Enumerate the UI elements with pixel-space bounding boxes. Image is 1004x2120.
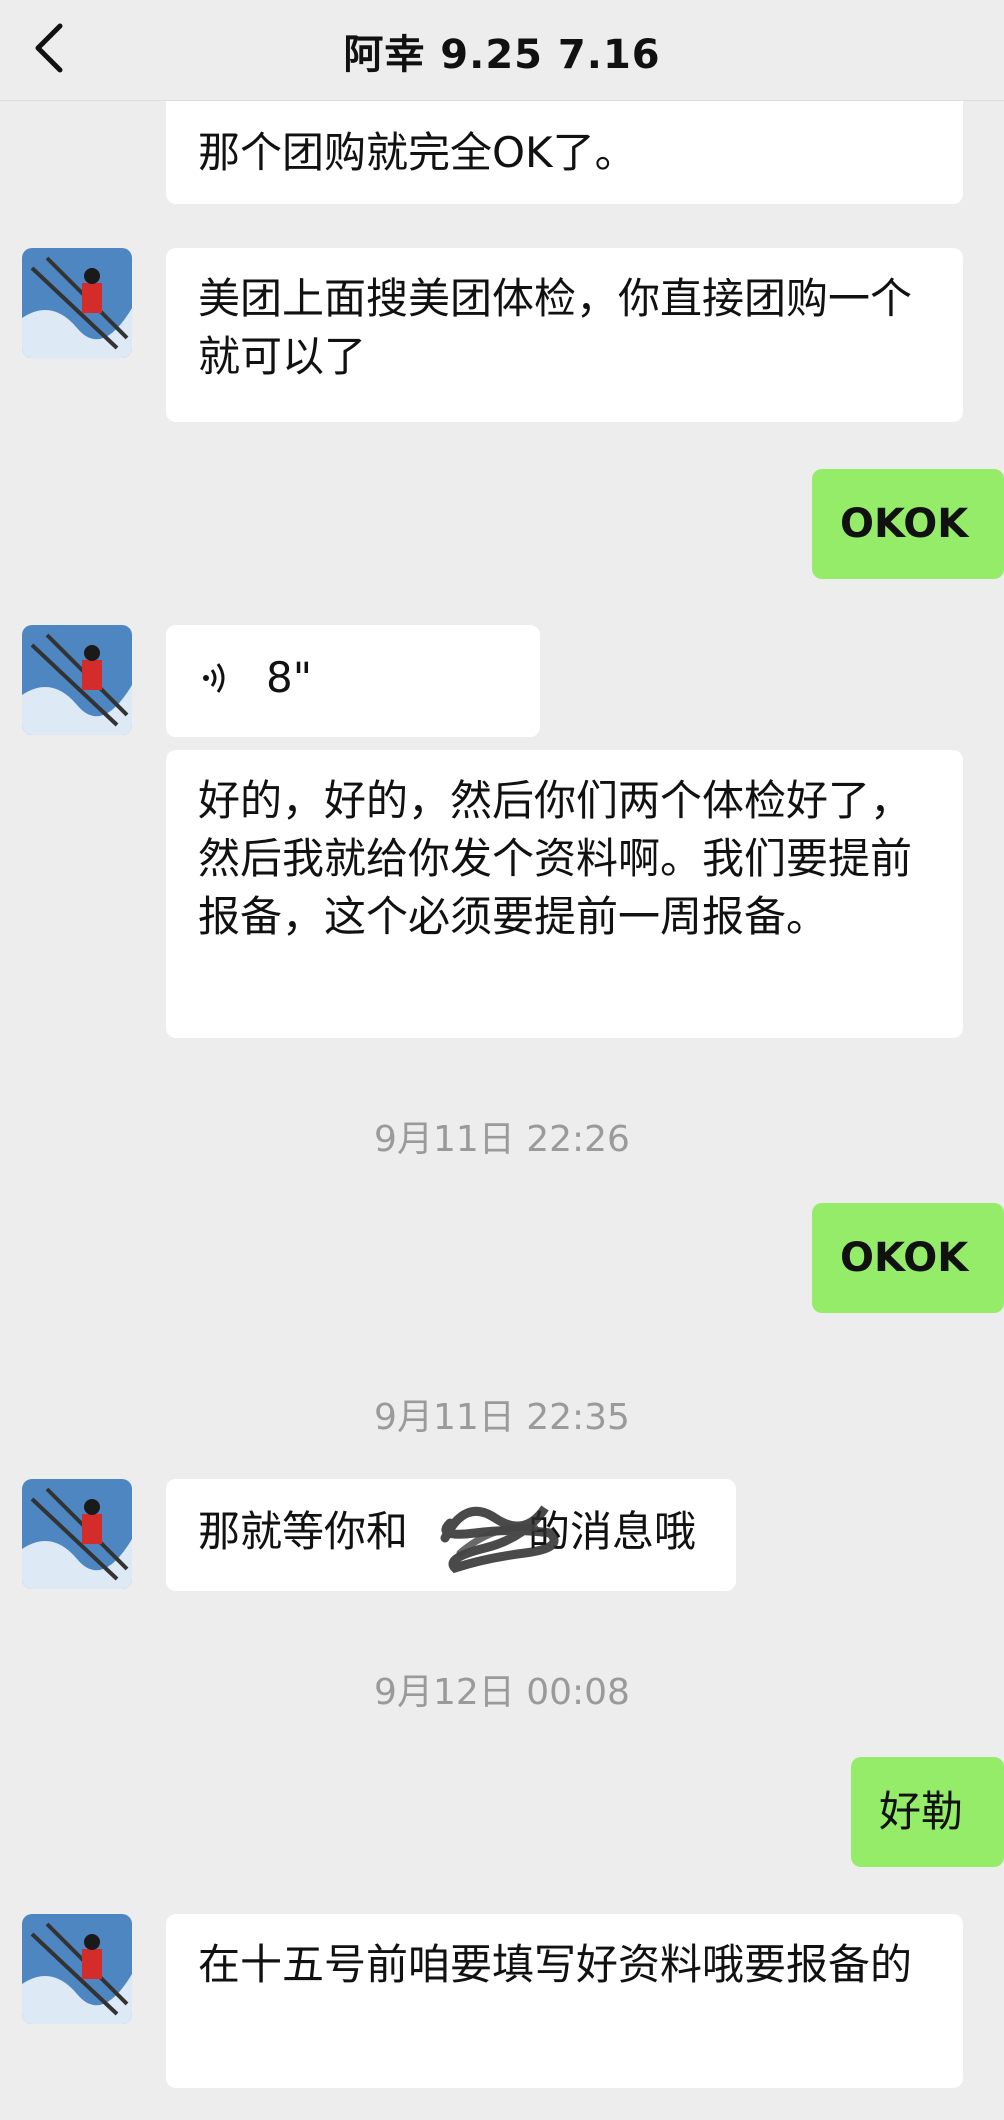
avatar[interactable] <box>22 1914 132 2024</box>
redaction-scribble <box>440 1505 559 1574</box>
message-bubble[interactable]: 在十五号前咱要填写好资料哦要报备的 <box>166 1914 963 2088</box>
message-text: 美团上面搜美团体检，你直接团购一个就可以了 <box>198 274 913 381</box>
voice-wave-icon <box>203 663 225 693</box>
message-bubble-self[interactable]: 好勒 <box>851 1757 1004 1867</box>
message-text: OKOK <box>840 1235 969 1281</box>
voice-message[interactable]: 8" <box>166 625 540 737</box>
message-bubble[interactable]: 好的，好的，然后你们两个体检好了，然后我就给你发个资料啊。我们要提前报备，这个必… <box>166 750 963 1038</box>
message-bubble-self[interactable]: OKOK <box>812 1203 1004 1313</box>
timestamp: 9月11日 22:35 <box>374 1397 630 1438</box>
message-text: 好的，好的，然后你们两个体检好了，然后我就给你发个资料啊。我们要提前报备，这个必… <box>198 776 913 941</box>
chat-area[interactable]: 那个团购就完全OK了。 美团上面搜美团体检，你直接团购一个就可以了 OKOK 8… <box>0 0 1004 2120</box>
message-text: OKOK <box>840 501 969 547</box>
message-text: 在十五号前咱要填写好资料哦要报备的 <box>198 1940 913 1989</box>
message-bubble[interactable]: 美团上面搜美团体检，你直接团购一个就可以了 <box>166 248 963 422</box>
avatar[interactable] <box>22 625 132 735</box>
voice-duration: 8" <box>266 653 313 702</box>
timestamp: 9月11日 22:26 <box>374 1119 630 1160</box>
message-text: 那个团购就完全OK了。 <box>198 128 637 177</box>
message-text: 那就等你和 <box>198 1507 409 1556</box>
avatar[interactable] <box>22 1479 132 1589</box>
message-text: 好勒 <box>879 1787 964 1836</box>
timestamp: 9月12日 00:08 <box>374 1672 630 1713</box>
avatar[interactable] <box>22 248 132 358</box>
top-bar: 阿幸 9.25 7.16 <box>0 0 1004 101</box>
chat-title: 阿幸 9.25 7.16 <box>343 32 661 78</box>
message-bubble-self[interactable]: OKOK <box>812 469 1004 579</box>
